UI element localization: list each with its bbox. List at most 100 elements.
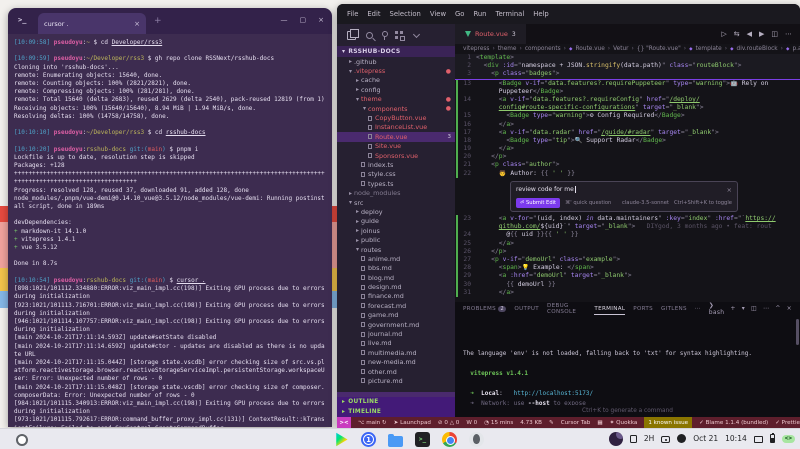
editor-action-icon-3[interactable]: ▶ (759, 30, 764, 38)
status-item-11[interactable]: ✓ Blame 1.1.4 (bundled) (699, 420, 768, 426)
tree-item-src[interactable]: ▾src (337, 198, 455, 207)
tree-item-theme[interactable]: ▾theme● (337, 95, 455, 104)
panel-tab-ports[interactable]: PORTS (633, 302, 653, 315)
tree-item-components[interactable]: ▾components● (337, 104, 455, 113)
breadcrumb-item[interactable]: {} "Route.vue" (637, 46, 681, 52)
tree-item-Site.vue[interactable]: Site.vue (337, 142, 455, 151)
explorer-root-header[interactable]: ▾ RSSHUB-DOCS (337, 46, 455, 57)
tree-item-public[interactable]: ▸public (337, 235, 455, 244)
breadcrumb-item[interactable]: Vetur (613, 46, 628, 52)
tree-item-finance.md[interactable]: finance.md (337, 292, 455, 301)
code-editor[interactable]: 1<template>2 <div :id="namespace + JSON.… (455, 54, 800, 302)
linux-penguin-icon[interactable] (469, 432, 484, 447)
panel-tab-problems[interactable]: PROBLEMS2 (463, 302, 506, 315)
breadcrumb-item[interactable]: theme (498, 46, 517, 52)
panel-icon-3[interactable]: ⋯ (763, 305, 769, 312)
tree-item-government.md[interactable]: government.md (337, 320, 455, 329)
remote-indicator[interactable]: >< (337, 417, 351, 428)
editor-action-icon-1[interactable]: ⇆ (734, 30, 740, 38)
tree-item-style.css[interactable]: style.css (337, 170, 455, 179)
tab-route-vue[interactable]: Route.vue 3 (455, 24, 526, 44)
tree-item-.github[interactable]: ▸.github (337, 57, 455, 66)
terminal-maximize-button[interactable]: ▢ (300, 16, 307, 24)
tree-item-CopyButton.vue[interactable]: CopyButton.vue (337, 113, 455, 122)
editor-action-icon-5[interactable]: ⋯ (785, 30, 792, 38)
tree-item-types.ts[interactable]: types.ts (337, 179, 455, 188)
tree-item-blog.md[interactable]: blog.md (337, 273, 455, 282)
status-item-8[interactable]: ▦ (597, 420, 602, 426)
panel-tab-⋯[interactable]: ⋯ (695, 302, 701, 315)
breadcrumb-item[interactable]: template (696, 46, 722, 52)
terminal-new-tab-button[interactable]: + (154, 17, 162, 26)
avatar[interactable] (609, 432, 623, 446)
tree-item-index.ts[interactable]: index.ts (337, 160, 455, 169)
terminal-output[interactable]: [10:09:58] pseudoyu:~ $ cd Developer/rss… (8, 34, 332, 427)
tree-item-.vitepress[interactable]: ▾.vitepress● (337, 66, 455, 75)
panel-tab-terminal[interactable]: TERMINAL (594, 302, 625, 315)
breadcrumb-item[interactable]: div.routeBlock (737, 46, 778, 52)
status-item-5[interactable]: 4.73 KB (520, 420, 542, 426)
breadcrumb-item[interactable]: components (525, 46, 561, 52)
launcher-button[interactable] (16, 434, 28, 446)
panel-icon-4[interactable]: ^ (775, 305, 780, 312)
status-item-9[interactable]: ✦ Quokka (610, 420, 638, 426)
panel-tab-gitlens[interactable]: GITLENS (661, 302, 687, 315)
status-item-6[interactable]: ✎ (549, 420, 554, 426)
tree-item-joinus[interactable]: ▸joinus (337, 226, 455, 235)
menu-terminal[interactable]: Terminal (496, 10, 525, 18)
tree-item-bbs.md[interactable]: bbs.md (337, 264, 455, 273)
chrome-icon[interactable] (442, 432, 457, 447)
cursor-inline-edit-widget[interactable]: review code for me × ⏎ Submit Edit ⌘' qu… (510, 181, 738, 212)
breadcrumb-item[interactable]: Route.vue (575, 46, 604, 52)
terminal-titlebar[interactable]: >_ cursor . × + — ▢ × (8, 8, 332, 34)
search-icon[interactable] (366, 32, 373, 39)
tree-item-game.md[interactable]: game.md (337, 311, 455, 320)
terminal-close-button[interactable]: × (318, 16, 324, 24)
inline-edit-input[interactable]: review code for me (516, 186, 574, 194)
tree-item-forecast.md[interactable]: forecast.md (337, 301, 455, 310)
tree-item-multimedia.md[interactable]: multimedia.md (337, 348, 455, 357)
status-item-2[interactable]: ⊘ 0 △ 0 (438, 420, 459, 426)
editor-action-icon-2[interactable]: ◀ (747, 30, 752, 38)
panel-icon-2[interactable]: ◫ (751, 305, 757, 312)
tree-item-journal.md[interactable]: journal.md (337, 329, 455, 338)
tree-item-config[interactable]: ▸config (337, 85, 455, 94)
tree-item-other.md[interactable]: other.md (337, 367, 455, 376)
quick-question-button[interactable]: ⌘' quick question (565, 199, 611, 207)
outline-section[interactable]: ▸ OUTLINE (337, 397, 455, 407)
tree-item-picture.md[interactable]: picture.md (337, 376, 455, 385)
tree-item-live.md[interactable]: live.md (337, 339, 455, 348)
menu-file[interactable]: File (347, 10, 358, 18)
status-item-10[interactable]: 1 known issue (644, 417, 692, 428)
status-item-1[interactable]: ➤ Launchpad (394, 420, 431, 426)
menu-help[interactable]: Help (533, 10, 549, 18)
terminal-tab[interactable]: cursor . × (38, 13, 146, 34)
breadcrumb-item[interactable]: p.author (792, 46, 800, 52)
explorer-icon[interactable] (347, 31, 356, 40)
tree-item-anime.md[interactable]: anime.md (337, 254, 455, 263)
terminal-minimize-button[interactable]: — (281, 16, 288, 24)
tree-item-guide[interactable]: ▸guide (337, 217, 455, 226)
panel-tab-output[interactable]: OUTPUT (514, 302, 539, 315)
menu-edit[interactable]: Edit (367, 10, 380, 18)
status-item-12[interactable]: ✓ Prettier (775, 420, 800, 426)
status-item-3[interactable]: W 0 (466, 420, 477, 426)
terminal-tab-close-icon[interactable]: × (134, 20, 140, 28)
source-control-icon[interactable] (383, 31, 385, 40)
tree-item-cache[interactable]: ▸cache (337, 76, 455, 85)
panel-icon-5[interactable]: × (787, 305, 792, 312)
tree-item-Route.vue[interactable]: Route.vue3 (337, 132, 455, 141)
onepassword-icon[interactable]: 1 (361, 432, 376, 447)
timeline-section[interactable]: ▸ TIMELINE (337, 407, 455, 417)
tree-item-Sponsors.vue[interactable]: Sponsors.vue (337, 151, 455, 160)
menu-go[interactable]: Go (455, 10, 464, 18)
tree-item-node_modules[interactable]: ▸node_modules (337, 188, 455, 197)
terminal-app-icon[interactable]: >_ (415, 432, 430, 447)
files-app-icon[interactable] (388, 436, 403, 447)
menu-run[interactable]: Run (473, 10, 486, 18)
tree-item-routes[interactable]: ▾routes (337, 245, 455, 254)
system-tray[interactable]: 2H Oct 21 10:14 <> (609, 432, 795, 446)
submit-edit-button[interactable]: ⏎ Submit Edit (516, 198, 560, 208)
breadcrumb[interactable]: vitepress›theme›components›◆Route.vue›Ve… (455, 44, 800, 54)
close-icon[interactable]: × (727, 186, 732, 194)
